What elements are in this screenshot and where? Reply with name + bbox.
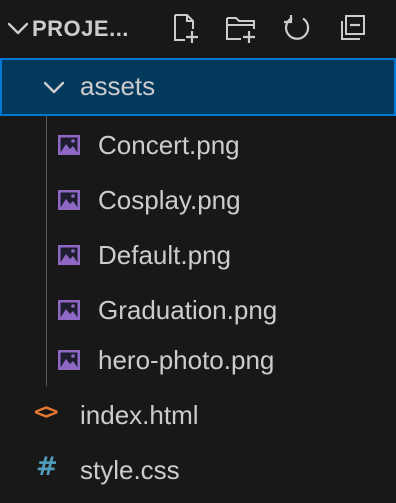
collapse-all-button[interactable] [333,8,373,48]
explorer-section-header[interactable]: PROJE... [0,0,396,58]
image-file-icon [58,300,80,320]
file-item-index-html[interactable]: <> index.html [0,386,396,444]
file-item-default[interactable]: Default.png [0,226,396,284]
file-item-style-css[interactable]: # style.css [0,441,396,499]
image-file-icon [58,350,80,370]
css-file-icon: # [36,452,58,482]
chevron-down-icon[interactable] [4,14,32,42]
file-item-hero-photo[interactable]: hero-photo.png [0,331,396,389]
chevron-down-icon[interactable] [40,73,68,101]
file-label: Default.png [98,240,231,270]
image-file-icon [58,135,80,155]
section-title: PROJE... [32,16,129,41]
new-file-button[interactable] [165,8,205,48]
refresh-icon [284,15,310,40]
folder-label: assets [80,71,156,101]
file-label: Graduation.png [98,295,278,325]
collapse-all-icon [341,15,365,40]
file-label: Concert.png [98,130,240,160]
folder-assets[interactable]: assets [0,58,396,116]
new-folder-button[interactable] [221,8,261,48]
file-label: hero-photo.png [98,345,275,375]
file-label: style.css [80,455,180,485]
file-label: index.html [80,400,199,430]
image-file-icon [58,190,80,210]
file-label: Cosplay.png [98,185,241,215]
file-explorer: PROJE... assets Concert.png Cosplay.png … [0,0,396,503]
file-item-cosplay[interactable]: Cosplay.png [0,171,396,229]
refresh-button[interactable] [277,8,317,48]
new-file-icon [174,14,198,43]
image-file-icon [58,245,80,265]
new-folder-icon [226,17,255,43]
file-item-concert[interactable]: Concert.png [0,116,396,174]
explorer-actions [165,8,373,48]
html-file-icon: <> [34,400,58,425]
